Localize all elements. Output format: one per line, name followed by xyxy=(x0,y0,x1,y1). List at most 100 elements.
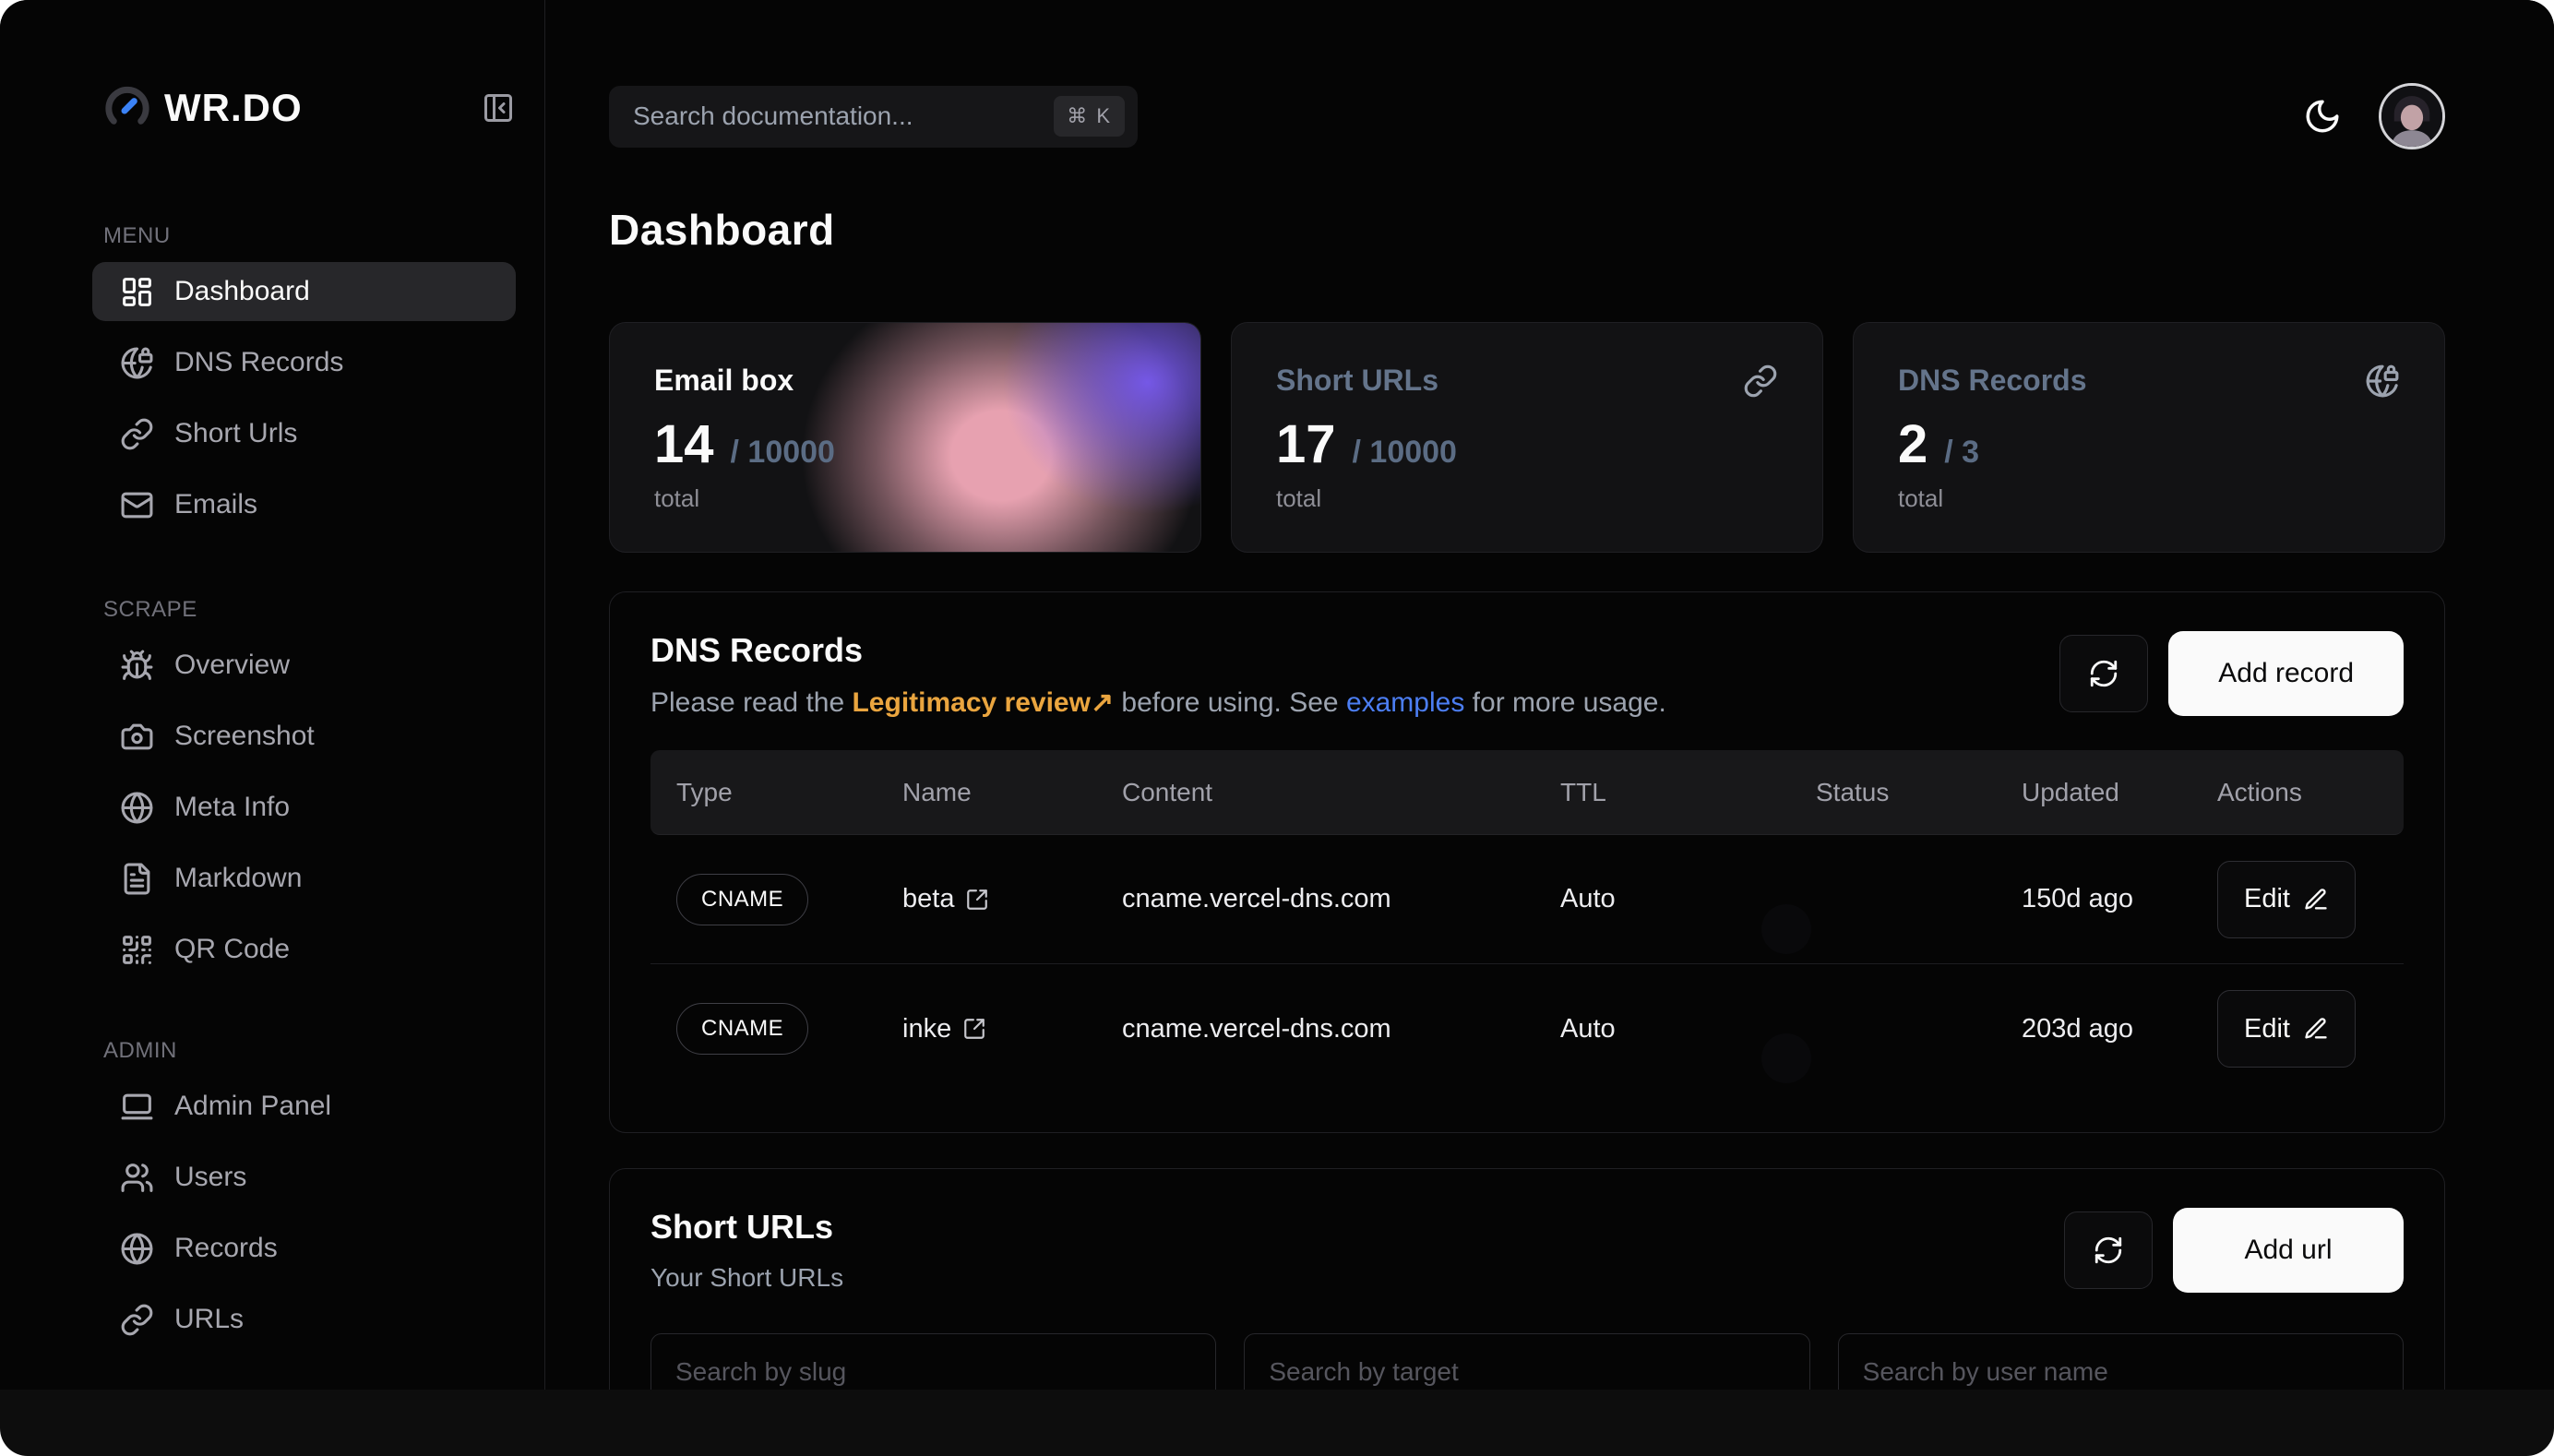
sidebar-item-label: Short Urls xyxy=(174,418,297,449)
main-content: Search documentation... ⌘ K Dashboard Em… xyxy=(546,0,2554,1390)
add-url-button[interactable]: Add url xyxy=(2173,1208,2404,1293)
sidebar-item-label: QR Code xyxy=(174,934,290,965)
col-header-name: Name xyxy=(877,778,1096,807)
refresh-icon xyxy=(2093,1235,2124,1266)
col-header-type: Type xyxy=(650,778,877,807)
urls-panel-actions: Add url xyxy=(2064,1208,2404,1293)
sidebar-item-users[interactable]: Users xyxy=(92,1148,516,1207)
record-ttl: Auto xyxy=(1534,884,1790,914)
stat-card-dns-records: DNS Records 2 / 3 total xyxy=(1853,322,2445,553)
logo-text: WR.DO xyxy=(164,86,303,130)
desc-text: for more usage. xyxy=(1464,687,1665,718)
sidebar-item-qr-code[interactable]: QR Code xyxy=(92,920,516,979)
file-text-icon xyxy=(120,862,154,896)
record-ttl: Auto xyxy=(1534,1014,1790,1044)
sidebar-item-admin-panel[interactable]: Admin Panel xyxy=(92,1077,516,1136)
external-link-icon[interactable] xyxy=(962,1017,986,1041)
stat-caption: total xyxy=(1276,484,1778,513)
desc-text: Please read the xyxy=(650,687,852,718)
edit-button[interactable]: Edit xyxy=(2217,861,2356,938)
moon-icon[interactable] xyxy=(2303,97,2342,136)
external-link-icon[interactable] xyxy=(965,888,989,912)
stat-limit: / 10000 xyxy=(731,435,835,471)
edit-button-label: Edit xyxy=(2244,884,2290,914)
stat-card-numbers: 2 / 3 xyxy=(1898,418,2400,471)
users-icon xyxy=(120,1161,154,1195)
sidebar-item-dashboard[interactable]: Dashboard xyxy=(92,262,516,321)
sidebar-section-admin: ADMIN xyxy=(103,1038,544,1064)
dns-panel-description: Please read the Legitimacy review↗ befor… xyxy=(650,686,1666,719)
legitimacy-review-link[interactable]: Legitimacy review xyxy=(852,687,1090,718)
sidebar-section-menu: MENU xyxy=(103,223,544,249)
sidebar-item-label: Dashboard xyxy=(174,276,310,307)
sidebar-item-dns-records[interactable]: DNS Records xyxy=(92,333,516,392)
table-row: CNAME inke cname.vercel-dns.com Auto 203… xyxy=(650,964,2404,1093)
col-header-content: Content xyxy=(1096,778,1534,807)
search-by-slug-input[interactable] xyxy=(650,1333,1216,1390)
sidebar-item-label: URLs xyxy=(174,1304,244,1335)
logo-row: WR.DO xyxy=(103,81,517,135)
sidebar-item-urls[interactable]: URLs xyxy=(92,1290,516,1349)
stat-card-title: Email box xyxy=(654,364,1156,398)
sidebar-item-screenshot[interactable]: Screenshot xyxy=(92,707,516,766)
stat-limit: / 10000 xyxy=(1353,435,1457,471)
sidebar-item-label: Users xyxy=(174,1162,246,1193)
table-header-row: Type Name Content TTL Status Updated Act… xyxy=(650,750,2404,835)
sidebar-item-overview[interactable]: Overview xyxy=(92,636,516,695)
sidebar-item-meta-info[interactable]: Meta Info xyxy=(92,778,516,837)
search-input[interactable]: Search documentation... ⌘ K xyxy=(609,86,1138,148)
urls-panel-header: Short URLs Your Short URLs Add url xyxy=(650,1208,2404,1293)
app-frame: WR.DO MENU Dashboard DNS Records Short U… xyxy=(0,0,2554,1390)
record-updated: 150d ago xyxy=(1996,884,2191,914)
sidebar-item-label: Admin Panel xyxy=(174,1091,331,1122)
stat-caption: total xyxy=(654,484,1156,513)
sidebar-item-short-urls[interactable]: Short Urls xyxy=(92,404,516,463)
toggle-thumb xyxy=(1761,904,1811,954)
sidebar-section-scrape: SCRAPE xyxy=(103,597,544,623)
sidebar-item-markdown[interactable]: Markdown xyxy=(92,849,516,908)
mail-icon xyxy=(120,488,154,522)
app-window: WR.DO MENU Dashboard DNS Records Short U… xyxy=(0,0,2554,1456)
edit-button[interactable]: Edit xyxy=(2217,990,2356,1068)
desc-text: before using. See xyxy=(1114,687,1346,718)
refresh-icon xyxy=(2088,658,2119,689)
sidebar-item-label: Screenshot xyxy=(174,721,315,752)
examples-link[interactable]: examples xyxy=(1346,687,1464,718)
stat-card-numbers: 17 / 10000 xyxy=(1276,418,1778,471)
arrow-up-right-icon: ↗ xyxy=(1091,687,1114,718)
camera-icon xyxy=(120,720,154,754)
stat-value: 17 xyxy=(1276,418,1336,471)
refresh-button[interactable] xyxy=(2059,635,2148,712)
record-updated: 203d ago xyxy=(1996,1014,2191,1044)
stat-card-title: Short URLs xyxy=(1276,364,1778,398)
dns-panel-title: DNS Records xyxy=(650,631,1666,670)
stat-value: 14 xyxy=(654,418,714,471)
dns-records-table: Type Name Content TTL Status Updated Act… xyxy=(650,750,2404,1093)
sidebar-item-records[interactable]: Records xyxy=(92,1219,516,1278)
col-header-actions: Actions xyxy=(2191,778,2404,807)
short-urls-panel: Short URLs Your Short URLs Add url xyxy=(609,1168,2445,1390)
search-placeholder: Search documentation... xyxy=(633,101,913,131)
topbar-right xyxy=(2303,83,2445,149)
add-record-button[interactable]: Add record xyxy=(2168,631,2404,716)
sidebar-item-label: Overview xyxy=(174,650,290,681)
stat-card-title: DNS Records xyxy=(1898,364,2400,398)
col-header-status: Status xyxy=(1790,778,1996,807)
record-type-badge: CNAME xyxy=(676,1003,808,1055)
search-by-user-name-input[interactable] xyxy=(1838,1333,2404,1390)
sidebar-item-label: DNS Records xyxy=(174,347,343,378)
user-avatar[interactable] xyxy=(2379,83,2445,149)
refresh-button[interactable] xyxy=(2064,1211,2153,1289)
sidebar: WR.DO MENU Dashboard DNS Records Short U… xyxy=(0,0,545,1390)
dns-panel-actions: Add record xyxy=(2059,631,2404,716)
sidebar-item-emails[interactable]: Emails xyxy=(92,475,516,534)
search-by-target-input[interactable] xyxy=(1244,1333,1809,1390)
page-title: Dashboard xyxy=(609,205,2445,255)
urls-panel-titles: Short URLs Your Short URLs xyxy=(650,1208,843,1293)
toggle-thumb xyxy=(1761,1033,1811,1083)
link-icon xyxy=(120,1303,154,1337)
laptop-icon xyxy=(120,1090,154,1124)
sidebar-collapse-icon[interactable] xyxy=(480,90,517,126)
record-content: cname.vercel-dns.com xyxy=(1096,884,1534,914)
edit-button-label: Edit xyxy=(2244,1014,2290,1044)
